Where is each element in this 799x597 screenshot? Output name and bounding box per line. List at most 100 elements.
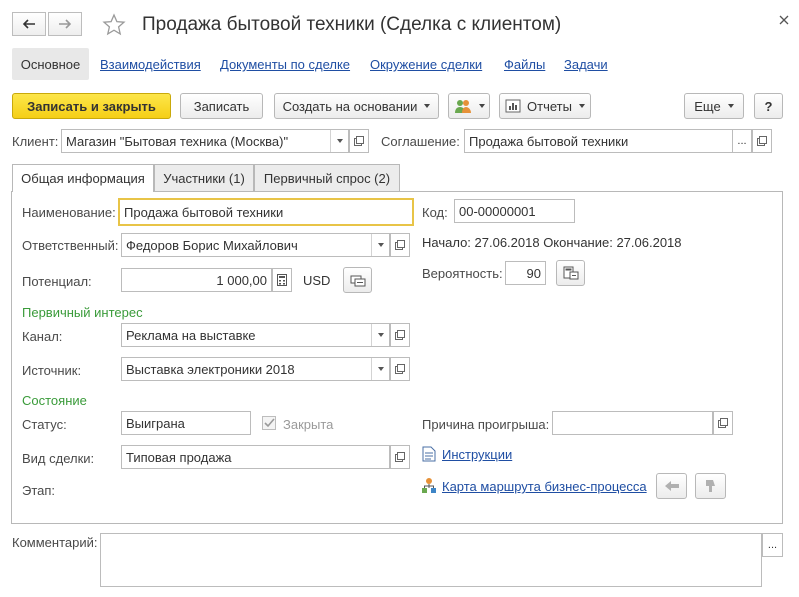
loss-reason-label: Причина проигрыша: bbox=[422, 417, 550, 432]
channel-field[interactable]: Реклама на выставке bbox=[121, 323, 390, 347]
open-icon bbox=[395, 452, 405, 462]
money-icon bbox=[350, 275, 365, 287]
agreement-open-button[interactable] bbox=[752, 129, 772, 153]
chevron-down-icon[interactable] bbox=[330, 130, 348, 152]
window-title: Продажа бытовой техники (Сделка с клиент… bbox=[142, 14, 562, 35]
loss-reason-open-button[interactable] bbox=[713, 411, 733, 435]
responsible-label: Ответственный: bbox=[22, 238, 119, 253]
open-icon bbox=[395, 364, 405, 374]
deal-type-field[interactable]: Типовая продажа bbox=[121, 445, 390, 469]
chevron-down-icon bbox=[727, 104, 734, 108]
chevron-down-icon[interactable] bbox=[371, 324, 389, 346]
deal-type-open-button[interactable] bbox=[390, 445, 410, 469]
source-open-button[interactable] bbox=[390, 357, 410, 381]
open-icon bbox=[395, 240, 405, 250]
closed-checkbox[interactable] bbox=[262, 416, 276, 430]
previous-step-button[interactable] bbox=[656, 473, 687, 499]
instructions-link[interactable]: Инструкции bbox=[442, 447, 512, 462]
loss-reason-field[interactable] bbox=[552, 411, 713, 435]
nav-tab-main[interactable]: Основное bbox=[12, 48, 89, 80]
responsible-open-button[interactable] bbox=[390, 233, 410, 257]
thumbs-down-icon bbox=[705, 480, 715, 492]
save-button[interactable]: Записать bbox=[180, 93, 263, 119]
name-input[interactable]: Продажа бытовой техники bbox=[118, 198, 414, 226]
back-button[interactable] bbox=[12, 12, 46, 36]
users-menu-button[interactable] bbox=[448, 93, 490, 119]
currency-label: USD bbox=[303, 273, 331, 288]
chevron-down-icon bbox=[424, 104, 431, 108]
arrow-right-icon bbox=[59, 19, 72, 29]
more-button[interactable]: Еще bbox=[684, 93, 744, 119]
create-based-label: Создать на основании bbox=[282, 98, 418, 114]
primary-interest-heading: Первичный интерес bbox=[22, 305, 143, 320]
state-heading: Состояние bbox=[22, 393, 87, 408]
chevron-down-icon bbox=[578, 104, 585, 108]
code-input[interactable]: 00-00000001 bbox=[454, 199, 575, 223]
probability-label: Вероятность: bbox=[422, 266, 503, 281]
potential-input[interactable]: 1 000,00 bbox=[121, 268, 272, 292]
chevron-down-icon[interactable] bbox=[371, 234, 389, 256]
agreement-value: Продажа бытовой техники bbox=[469, 133, 629, 149]
route-map-link[interactable]: Карта маршрута бизнес-процесса bbox=[442, 479, 647, 494]
currency-button[interactable] bbox=[343, 267, 372, 293]
reports-button[interactable]: Отчеты bbox=[499, 93, 591, 119]
client-open-button[interactable] bbox=[349, 129, 369, 153]
calculator-icon bbox=[563, 266, 578, 280]
forward-button[interactable] bbox=[48, 12, 82, 36]
route-map-icon bbox=[422, 478, 436, 493]
calculator-icon bbox=[277, 274, 287, 286]
open-icon bbox=[354, 136, 364, 146]
source-field[interactable]: Выставка электроники 2018 bbox=[121, 357, 390, 381]
dislike-button[interactable] bbox=[695, 473, 726, 499]
nav-tab-interactions[interactable]: Взаимодействия bbox=[100, 57, 201, 72]
save-close-button[interactable]: Записать и закрыть bbox=[12, 93, 171, 119]
deal-type-label: Вид сделки: bbox=[22, 451, 95, 466]
status-label: Статус: bbox=[22, 417, 67, 432]
agreement-field[interactable]: Продажа бытовой техники bbox=[464, 129, 752, 153]
tab-participants[interactable]: Участники (1) bbox=[154, 164, 254, 191]
create-based-button[interactable]: Создать на основании bbox=[274, 93, 439, 119]
channel-open-button[interactable] bbox=[390, 323, 410, 347]
chevron-down-icon[interactable] bbox=[371, 358, 389, 380]
agreement-select-button[interactable]: ... bbox=[732, 129, 752, 153]
tab-primary-demand[interactable]: Первичный спрос (2) bbox=[254, 164, 400, 191]
tab-general-info[interactable]: Общая информация bbox=[12, 164, 154, 192]
comment-textarea[interactable] bbox=[100, 533, 762, 587]
channel-value: Реклама на выставке bbox=[126, 327, 256, 343]
star-icon[interactable] bbox=[102, 13, 126, 37]
closed-label: Закрыта bbox=[283, 417, 334, 432]
code-label: Код: bbox=[422, 205, 448, 220]
nav-tab-files[interactable]: Файлы bbox=[504, 57, 545, 72]
users-icon bbox=[454, 100, 471, 113]
client-field[interactable]: Магазин "Бытовая техника (Москва)" bbox=[61, 129, 349, 153]
comment-expand-button[interactable]: ... bbox=[762, 533, 783, 557]
help-button[interactable]: ? bbox=[754, 93, 783, 119]
nav-tab-documents[interactable]: Документы по сделке bbox=[220, 57, 350, 72]
report-icon bbox=[505, 99, 521, 113]
client-label: Клиент: bbox=[12, 134, 59, 149]
name-label: Наименование: bbox=[22, 205, 116, 220]
responsible-field[interactable]: Федоров Борис Михайлович bbox=[121, 233, 390, 257]
back-step-icon bbox=[664, 481, 679, 491]
nav-tab-tasks[interactable]: Задачи bbox=[564, 57, 608, 72]
probability-button[interactable] bbox=[556, 260, 585, 286]
chevron-down-icon bbox=[478, 104, 485, 108]
calculator-button[interactable] bbox=[272, 268, 292, 292]
client-value: Магазин "Бытовая техника (Москва)" bbox=[66, 133, 289, 149]
open-icon bbox=[757, 136, 767, 146]
status-field[interactable]: Выиграна bbox=[121, 411, 251, 435]
potential-label: Потенциал: bbox=[22, 274, 92, 289]
open-icon bbox=[718, 418, 728, 428]
probability-input[interactable]: 90 bbox=[505, 261, 546, 285]
nav-tab-environment[interactable]: Окружение сделки bbox=[370, 57, 482, 72]
comment-label: Комментарий: bbox=[12, 535, 98, 550]
more-label: Еще bbox=[694, 98, 721, 114]
arrow-left-icon bbox=[22, 19, 35, 29]
open-icon bbox=[395, 330, 405, 340]
dates-text: Начало: 27.06.2018 Окончание: 27.06.2018 bbox=[422, 235, 682, 250]
responsible-value: Федоров Борис Михайлович bbox=[126, 237, 298, 253]
close-icon[interactable] bbox=[779, 15, 789, 25]
channel-label: Канал: bbox=[22, 329, 63, 344]
stage-label: Этап: bbox=[22, 483, 56, 498]
source-value: Выставка электроники 2018 bbox=[126, 361, 295, 377]
